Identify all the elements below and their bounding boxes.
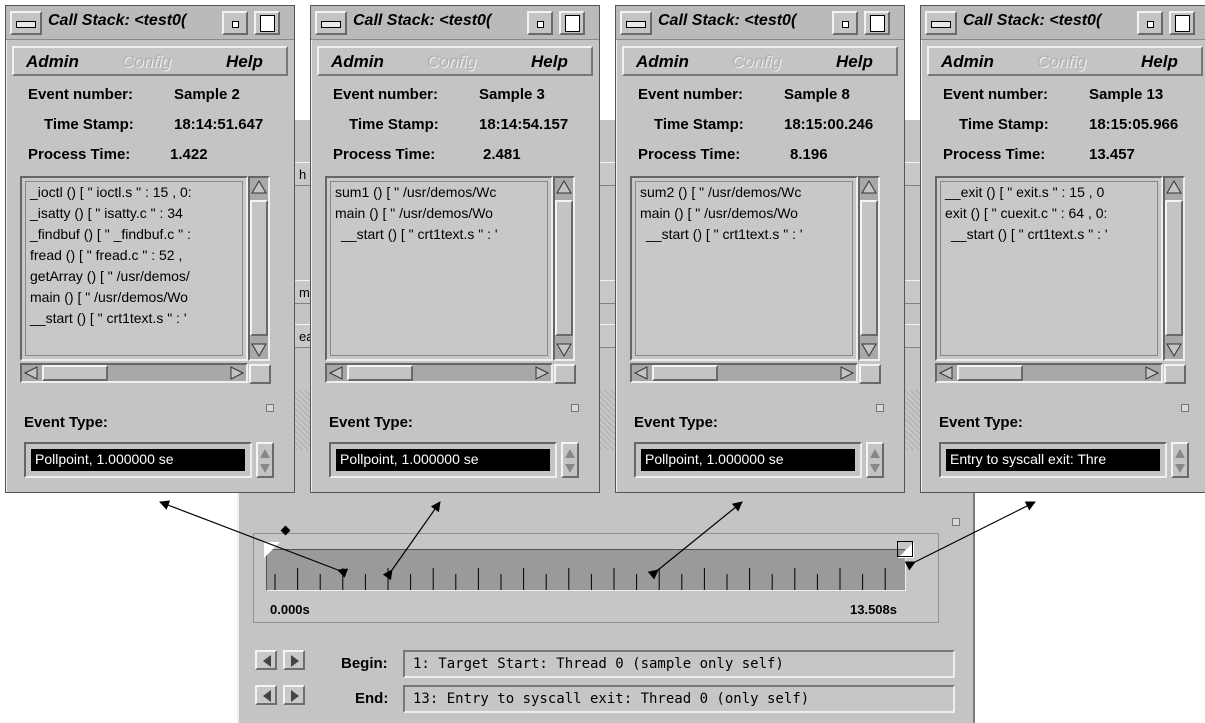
arrow-to-window-1 xyxy=(159,500,349,578)
annotation-arrows xyxy=(159,500,1036,581)
screen: h m ea 0.000s 13.508s Begin: 1: Target S… xyxy=(0,0,1205,723)
arrow-to-window-3 xyxy=(647,501,743,580)
arrow-to-window-4 xyxy=(904,501,1036,571)
arrow-to-window-2 xyxy=(382,501,441,581)
